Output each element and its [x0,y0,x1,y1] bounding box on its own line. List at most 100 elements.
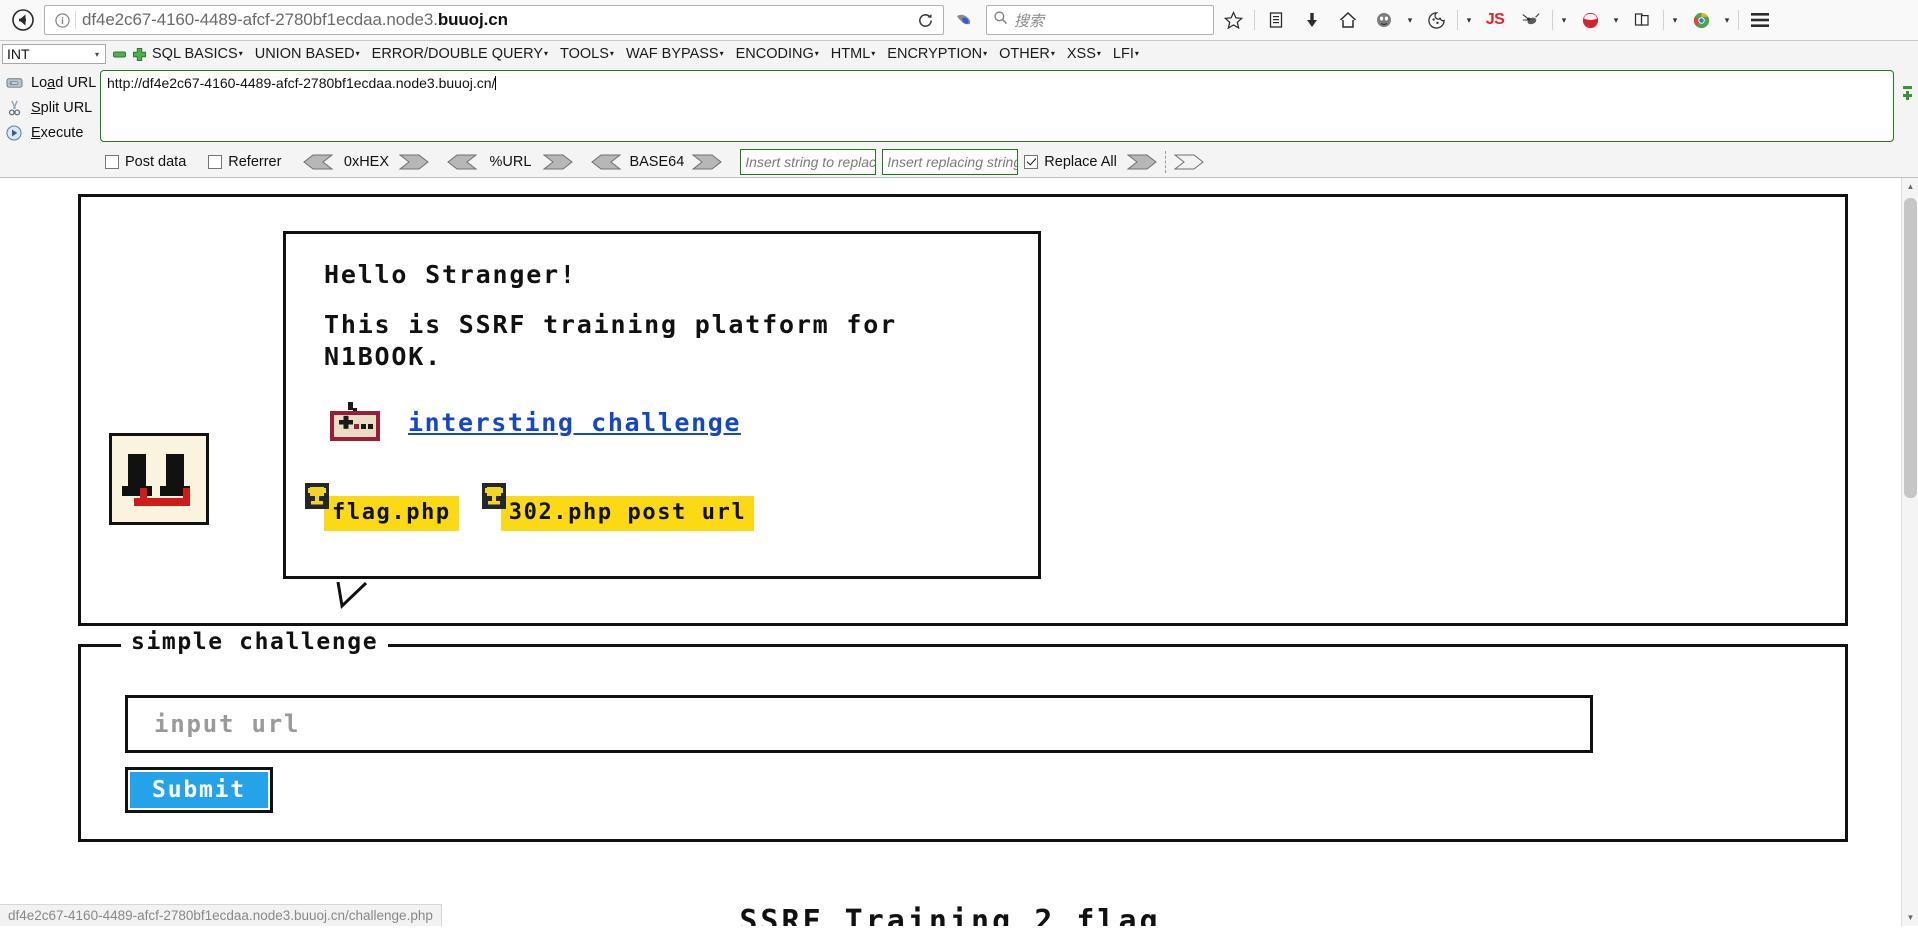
trophy-icon [481,482,507,512]
execute-button[interactable]: Execute [4,120,100,145]
menu-label: WAF BYPASS [625,46,719,62]
download-arrow-icon[interactable] [1295,3,1329,37]
chevron-down-icon: ▾ [238,49,243,58]
browser-navigation-bar: df4e2c67-4160-4489-afcf-2780bf1ecdaa.nod… [0,0,1918,40]
tag-302-php[interactable]: 302.php post url [481,483,755,531]
home-icon[interactable] [1331,3,1365,37]
toolbar-divider [1457,10,1458,30]
url-prefix: df4e2c67-4160-4489-afcf-2780bf1ecdaa.nod… [82,10,438,29]
encode-arrow-icon[interactable] [691,154,723,170]
search-input[interactable]: 搜索 [986,5,1214,35]
scroll-down-icon[interactable]: ▼ [1902,909,1918,926]
toolbar-divider [1663,10,1664,30]
bug-icon[interactable] [1514,3,1548,37]
hackbar-menu-other[interactable]: OTHER▾ [993,41,1061,67]
star-icon[interactable] [1216,3,1250,37]
menu-label: LFI [1112,46,1134,62]
hackbar-type-select[interactable]: INT ▾ [2,44,106,64]
decode-arrow-icon[interactable] [591,154,622,170]
replace-with-input[interactable]: Insert replacing string [882,149,1019,175]
encoder-hex-group: 0xHEX [303,154,430,170]
hamburger-menu-icon[interactable] [1743,3,1777,37]
chevron-down-icon: ▾ [1096,49,1101,58]
hackbar-url-textarea[interactable]: http://df4e2c67-4160-4489-afcf-2780bf1ec… [100,70,1894,142]
execute-icon [4,124,24,141]
hackbar-url-value: http://df4e2c67-4160-4489-afcf-2780bf1ec… [107,75,496,91]
copy-pages-icon[interactable] [1625,3,1659,37]
gamepad-icon [324,402,386,442]
decode-arrow-icon[interactable] [303,154,334,170]
hackbar-menu-encryption[interactable]: ENCRYPTION▾ [881,41,993,67]
chevron-down-icon[interactable]: ▾ [1720,15,1734,26]
pocket-icon[interactable] [946,10,982,30]
speech-bubble-tail [336,581,376,610]
menu-label: ENCODING [735,46,814,62]
proxy-switch-icon[interactable] [1573,3,1607,37]
encoder-url-label: %URL [489,154,532,170]
replace-apply-arrow-icon[interactable] [1126,154,1157,170]
split-url-button[interactable]: Split URL [4,95,100,120]
url-domain: buuoj.cn [437,10,508,29]
post-data-checkbox[interactable]: Post data [105,154,186,170]
vertical-scrollbar[interactable]: ▲ ▼ [1901,178,1918,926]
toolbar-divider [1738,10,1739,30]
hackbar-type-value: INT [7,46,30,62]
chevron-down-icon[interactable]: ▾ [1557,15,1571,26]
hackbar-menu-lfi[interactable]: LFI▾ [1107,41,1145,67]
challenge-tag-list: flag.php 302.php post url [304,483,755,531]
hackbar-menu-tools[interactable]: TOOLS▾ [554,41,620,67]
wappalyzer-icon[interactable] [1684,3,1718,37]
submit-button[interactable]: Submit [125,767,273,813]
intro-line-2: N1BOOK. [324,342,442,371]
search-icon [993,10,1008,30]
javascript-toggle-icon[interactable]: JS [1478,3,1512,37]
hackbar-menu-sql-basics[interactable]: SQL BASICS▾ [146,41,249,67]
hackbar-menu-union-based[interactable]: UNION BASED▾ [249,41,366,67]
options-divider [1164,151,1166,173]
encoder-hex-label: 0xHEX [343,154,390,170]
panel-legend: simple challenge [121,629,389,655]
post-data-label: Post data [125,154,187,170]
decode-arrow-icon[interactable] [447,154,478,170]
page-viewport: Hello Stranger! This is SSRF training pl… [0,178,1918,926]
library-icon[interactable] [1259,3,1293,37]
load-url-button[interactable]: Load URL [4,70,100,95]
menu-label: TOOLS [560,46,609,62]
expand-stub-icon[interactable] [1903,87,1912,100]
chevron-down-icon[interactable]: ▾ [1668,15,1682,26]
remove-tab-icon[interactable] [113,48,126,61]
url-input[interactable]: input url [125,695,1593,753]
hackbar-menu-error-double-query[interactable]: ERROR/DOUBLE QUERY▾ [366,41,554,67]
tag-flag-php[interactable]: flag.php [304,483,459,531]
url-bar[interactable]: df4e2c67-4160-4489-afcf-2780bf1ecdaa.nod… [44,5,944,35]
chevron-down-icon[interactable]: ▾ [1403,15,1417,26]
encode-arrow-icon[interactable] [542,154,574,170]
user-agent-switcher-icon[interactable] [1367,3,1401,37]
info-circle-icon[interactable] [51,12,73,28]
reload-icon[interactable] [911,12,939,29]
hackbar-menu-waf-bypass[interactable]: WAF BYPASS▾ [620,41,730,67]
chevron-down-icon[interactable]: ▾ [1609,15,1623,26]
add-tab-icon[interactable] [133,47,146,61]
scroll-up-icon[interactable]: ▲ [1902,178,1918,195]
replace-all-checkbox[interactable]: Replace All [1024,154,1117,170]
back-arrow-icon[interactable] [6,4,40,36]
collapse-stub-icon[interactable] [1903,76,1912,89]
encoder-base64-label: BASE64 [629,154,685,170]
hackbar-url-textarea-wrap: http://df4e2c67-4160-4489-afcf-2780bf1ec… [100,70,1894,145]
hackbar-menu-encoding[interactable]: ENCODING▾ [730,41,825,67]
smiley-right-eye [160,454,190,496]
hackbar-menu-xss[interactable]: XSS▾ [1061,41,1107,67]
replace-find-input[interactable]: Insert string to replace [740,149,877,175]
encoder-base64-group: BASE64 [591,154,723,170]
scrollbar-thumb[interactable] [1904,198,1917,498]
intersting-challenge-link[interactable]: intersting challenge [408,408,741,437]
replace-secondary-arrow-icon[interactable] [1173,154,1204,170]
encode-arrow-icon[interactable] [398,154,430,170]
referrer-checkbox[interactable]: Referrer [208,154,281,170]
cookie-manager-icon[interactable] [1419,3,1453,37]
text-caret [495,76,497,90]
chevron-down-icon[interactable]: ▾ [1462,15,1476,26]
simple-challenge-panel: simple challenge input url Submit [78,629,1848,842]
hackbar-menu-html[interactable]: HTML▾ [825,41,882,67]
